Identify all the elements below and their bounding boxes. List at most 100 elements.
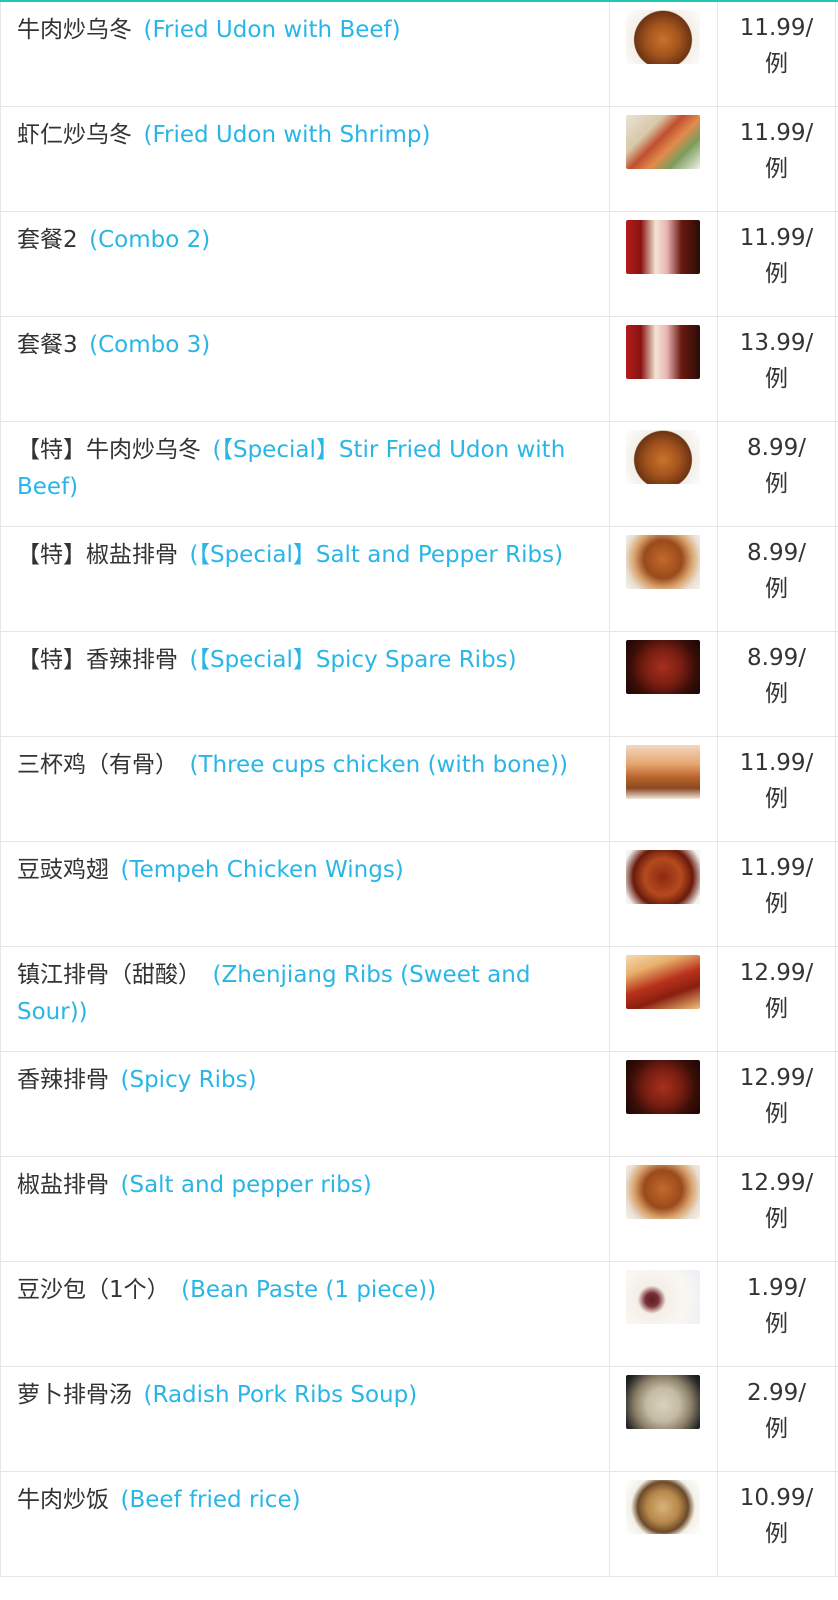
radish-soup-photo[interactable] bbox=[626, 1375, 700, 1429]
menu-item-english-name: (【Special】Spicy Spare Ribs) bbox=[189, 647, 517, 673]
menu-item-chinese-name: 虾仁炒乌冬 bbox=[17, 122, 132, 148]
menu-item-chinese-name: 镇江排骨（甜酸） bbox=[17, 962, 201, 988]
menu-item-price-unit: 例 bbox=[765, 681, 788, 707]
menu-item-row[interactable]: 套餐2 (Combo 2) 11.99/例 bbox=[0, 212, 838, 317]
menu-item-chinese-name: 【特】香辣排骨 bbox=[17, 647, 178, 673]
menu-item-price-cell: 1.99/例 bbox=[718, 1262, 836, 1366]
menu-item-image-cell bbox=[610, 2, 718, 106]
beef-fried-rice-photo[interactable] bbox=[626, 1480, 700, 1534]
three-cups-chicken-photo[interactable] bbox=[626, 745, 700, 799]
menu-item-english-name: (Bean Paste (1 piece)) bbox=[181, 1277, 437, 1303]
menu-item-name: 虾仁炒乌冬 (Fried Udon with Shrimp) bbox=[17, 117, 593, 154]
menu-item-chinese-name: 香辣排骨 bbox=[17, 1067, 109, 1093]
menu-item-price-cell: 10.99/例 bbox=[718, 1472, 836, 1576]
menu-item-chinese-name: 三杯鸡（有骨） bbox=[17, 752, 178, 778]
menu-item-row[interactable]: 豆豉鸡翅 (Tempeh Chicken Wings) 11.99/例 bbox=[0, 842, 838, 947]
fried-udon-shrimp-photo[interactable] bbox=[626, 115, 700, 169]
menu-item-name: 套餐2 (Combo 2) bbox=[17, 222, 593, 259]
menu-item-name: 豆豉鸡翅 (Tempeh Chicken Wings) bbox=[17, 852, 593, 889]
menu-item-english-name: (Three cups chicken (with bone)) bbox=[189, 752, 569, 778]
combo-box-photo[interactable] bbox=[626, 325, 700, 379]
menu-item-row[interactable]: 【特】椒盐排骨 (【Special】Salt and Pepper Ribs) 8… bbox=[0, 527, 838, 632]
menu-item-price-cell: 8.99/例 bbox=[718, 632, 836, 736]
salt-pepper-ribs-photo[interactable] bbox=[626, 535, 700, 589]
menu-item-image-cell bbox=[610, 1157, 718, 1261]
menu-item-name-cell: 豆豉鸡翅 (Tempeh Chicken Wings) bbox=[0, 842, 610, 946]
menu-item-name: 【特】香辣排骨 (【Special】Spicy Spare Ribs) bbox=[17, 642, 593, 679]
menu-item-image-cell bbox=[610, 107, 718, 211]
menu-item-chinese-name: 豆豉鸡翅 bbox=[17, 857, 109, 883]
menu-item-english-name: (Combo 2) bbox=[89, 227, 211, 253]
menu-item-english-name: (【Special】Salt and Pepper Ribs) bbox=[189, 542, 564, 568]
bean-paste-bun-photo[interactable] bbox=[626, 1270, 700, 1324]
menu-item-name-cell: 【特】香辣排骨 (【Special】Spicy Spare Ribs) bbox=[0, 632, 610, 736]
menu-item-name: 香辣排骨 (Spicy Ribs) bbox=[17, 1062, 593, 1099]
menu-item-name-cell: 套餐2 (Combo 2) bbox=[0, 212, 610, 316]
menu-item-price: 13.99/ bbox=[739, 330, 814, 356]
menu-item-chinese-name: 牛肉炒乌冬 bbox=[17, 17, 132, 43]
menu-item-english-name: (Fried Udon with Beef) bbox=[143, 17, 401, 43]
menu-item-english-name: (Beef fried rice) bbox=[120, 1487, 301, 1513]
zhenjiang-ribs-photo[interactable] bbox=[626, 955, 700, 1009]
menu-item-name-cell: 虾仁炒乌冬 (Fried Udon with Shrimp) bbox=[0, 107, 610, 211]
menu-item-price-unit: 例 bbox=[765, 891, 788, 917]
menu-item-english-name: (Fried Udon with Shrimp) bbox=[143, 122, 431, 148]
menu-item-row[interactable]: 牛肉炒乌冬 (Fried Udon with Beef) 11.99/例 bbox=[0, 2, 838, 107]
menu-item-row[interactable]: 镇江排骨（甜酸） (Zhenjiang Ribs (Sweet and Sour… bbox=[0, 947, 838, 1052]
menu-item-name: 牛肉炒饭 (Beef fried rice) bbox=[17, 1482, 593, 1519]
menu-item-image-cell bbox=[610, 1052, 718, 1156]
menu-item-price-cell: 13.99/例 bbox=[718, 317, 836, 421]
menu-item-name: 镇江排骨（甜酸） (Zhenjiang Ribs (Sweet and Sour… bbox=[17, 957, 593, 1031]
chicken-wings-photo[interactable] bbox=[626, 850, 700, 904]
menu-item-price-cell: 2.99/例 bbox=[718, 1367, 836, 1471]
menu-item-chinese-name: 套餐3 bbox=[17, 332, 78, 358]
spicy-ribs-photo[interactable] bbox=[626, 640, 700, 694]
menu-item-price: 2.99/ bbox=[747, 1380, 806, 1406]
menu-item-row[interactable]: 虾仁炒乌冬 (Fried Udon with Shrimp) 11.99/例 bbox=[0, 107, 838, 212]
menu-item-english-name: (Tempeh Chicken Wings) bbox=[120, 857, 404, 883]
menu-item-price: 10.99/ bbox=[739, 1485, 814, 1511]
menu-item-name: 牛肉炒乌冬 (Fried Udon with Beef) bbox=[17, 12, 593, 49]
menu-item-image-cell bbox=[610, 947, 718, 1051]
menu-item-row[interactable]: 【特】牛肉炒乌冬 (【Special】Stir Fried Udon with … bbox=[0, 422, 838, 527]
menu-item-price-unit: 例 bbox=[765, 1521, 788, 1547]
menu-item-price-unit: 例 bbox=[765, 366, 788, 392]
menu-item-name: 豆沙包（1个） (Bean Paste (1 piece)) bbox=[17, 1272, 593, 1309]
menu-item-row[interactable]: 牛肉炒饭 (Beef fried rice) 10.99/例 bbox=[0, 1472, 838, 1577]
menu-item-price-unit: 例 bbox=[765, 576, 788, 602]
menu-item-row[interactable]: 萝卜排骨汤 (Radish Pork Ribs Soup) 2.99/例 bbox=[0, 1367, 838, 1472]
menu-item-price: 12.99/ bbox=[739, 1065, 814, 1091]
menu-item-name: 椒盐排骨 (Salt and pepper ribs) bbox=[17, 1167, 593, 1204]
menu-item-name-cell: 牛肉炒饭 (Beef fried rice) bbox=[0, 1472, 610, 1576]
menu-item-price: 11.99/ bbox=[739, 15, 814, 41]
menu-item-image-cell bbox=[610, 422, 718, 526]
menu-item-price: 11.99/ bbox=[739, 750, 814, 776]
combo-box-photo[interactable] bbox=[626, 220, 700, 274]
menu-item-english-name: (Salt and pepper ribs) bbox=[120, 1172, 372, 1198]
menu-item-row[interactable]: 椒盐排骨 (Salt and pepper ribs) 12.99/例 bbox=[0, 1157, 838, 1262]
menu-item-name: 萝卜排骨汤 (Radish Pork Ribs Soup) bbox=[17, 1377, 593, 1414]
menu-item-price-cell: 11.99/例 bbox=[718, 212, 836, 316]
menu-item-row[interactable]: 三杯鸡（有骨） (Three cups chicken (with bone))… bbox=[0, 737, 838, 842]
menu-item-price-unit: 例 bbox=[765, 471, 788, 497]
menu-item-row[interactable]: 套餐3 (Combo 3) 13.99/例 bbox=[0, 317, 838, 422]
menu-item-row[interactable]: 香辣排骨 (Spicy Ribs) 12.99/例 bbox=[0, 1052, 838, 1157]
menu-item-price-cell: 11.99/例 bbox=[718, 842, 836, 946]
menu-item-price-unit: 例 bbox=[765, 156, 788, 182]
menu-item-price-cell: 12.99/例 bbox=[718, 1157, 836, 1261]
menu-item-name-cell: 套餐3 (Combo 3) bbox=[0, 317, 610, 421]
menu-item-row[interactable]: 豆沙包（1个） (Bean Paste (1 piece)) 1.99/例 bbox=[0, 1262, 838, 1367]
menu-item-price-unit: 例 bbox=[765, 51, 788, 77]
menu-item-price: 11.99/ bbox=[739, 120, 814, 146]
spicy-ribs-photo[interactable] bbox=[626, 1060, 700, 1114]
menu-item-name-cell: 【特】椒盐排骨 (【Special】Salt and Pepper Ribs) bbox=[0, 527, 610, 631]
salt-pepper-ribs-photo[interactable] bbox=[626, 1165, 700, 1219]
menu-item-chinese-name: 【特】椒盐排骨 bbox=[17, 542, 178, 568]
menu-item-name: 【特】牛肉炒乌冬 (【Special】Stir Fried Udon with … bbox=[17, 432, 593, 506]
menu-item-chinese-name: 萝卜排骨汤 bbox=[17, 1382, 132, 1408]
fried-udon-beef-photo[interactable] bbox=[626, 430, 700, 484]
fried-udon-beef-photo[interactable] bbox=[626, 10, 700, 64]
menu-item-name: 套餐3 (Combo 3) bbox=[17, 327, 593, 364]
menu-item-row[interactable]: 【特】香辣排骨 (【Special】Spicy Spare Ribs) 8.99/… bbox=[0, 632, 838, 737]
menu-item-image-cell bbox=[610, 317, 718, 421]
